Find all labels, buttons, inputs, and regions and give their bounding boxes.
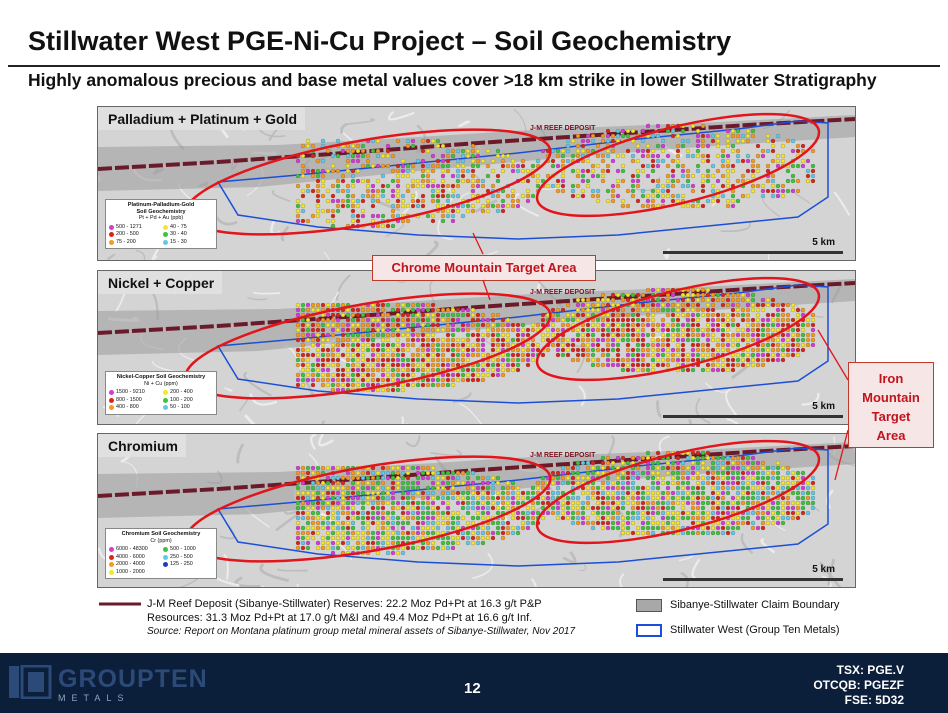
ticker-fse: FSE: 5D32 — [844, 693, 904, 707]
ticker-list: TSX: PGE.V OTCQB: PGEZF FSE: 5D32 — [813, 663, 904, 708]
claim-boundary-label: Sibanye-Stillwater Claim Boundary — [670, 599, 840, 611]
ticker-otcqb: OTCQB: PGEZF — [813, 678, 904, 692]
source-italic: Source: Report on Montana platinum group… — [147, 626, 576, 637]
group-ten-swatch — [636, 624, 662, 637]
source-text: Source: Report on Montana platinum group… — [147, 626, 575, 637]
reef-reserves-text: J-M Reef Deposit (Sibanye-Stillwater) Re… — [147, 598, 542, 610]
group-ten-label: Stillwater West (Group Ten Metals) — [670, 624, 840, 636]
page-number: 12 — [464, 680, 481, 697]
ticker-tsx: TSX: PGE.V — [836, 663, 904, 677]
group-ten-logo: GROUPTEN — [58, 665, 208, 693]
group-ten-logo-icon — [9, 665, 52, 699]
reef-resources-text: Resources: 31.3 Moz Pd+Pt at 17.0 g/t M&… — [147, 612, 533, 624]
footer-bar: GROUPTEN METALS 12 TSX: PGE.V OTCQB: PGE… — [0, 653, 948, 713]
reef-legend-line — [99, 602, 141, 606]
group-ten-logo-sub: METALS — [58, 693, 130, 703]
claim-boundary-swatch — [636, 599, 662, 612]
